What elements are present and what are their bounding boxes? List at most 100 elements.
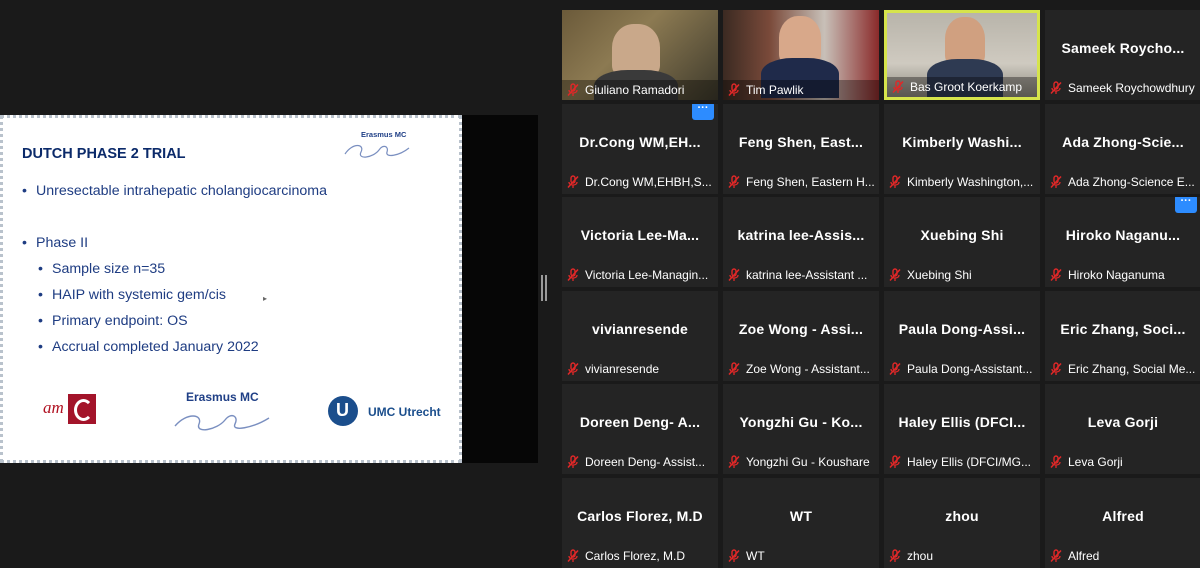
- muted-mic-icon: [727, 454, 741, 469]
- participant-name-label: Dr.Cong WM,EHBH,S...: [585, 174, 712, 189]
- participant-tile[interactable]: Yongzhi Gu - Ko... Yongzhi Gu - Koushare: [723, 384, 879, 474]
- participant-tile[interactable]: Alfred Alfred: [1045, 478, 1200, 568]
- participant-name-bar: Tim Pawlik: [723, 80, 879, 100]
- participant-name-bar: Giuliano Ramadori: [562, 80, 718, 100]
- participant-tile[interactable]: Carlos Florez, M.D Carlos Florez, M.D: [562, 478, 718, 568]
- participant-display-name: Sameek Roycho...: [1061, 40, 1185, 56]
- panel-resize-handle[interactable]: [541, 275, 547, 301]
- participant-name-bar: Sameek Roychowdhury: [1049, 79, 1197, 96]
- participant-display-name: Leva Gorji: [1087, 414, 1159, 430]
- participant-name-label: Sameek Roychowdhury: [1068, 80, 1195, 95]
- erasmus-logo-text: Erasmus MC: [361, 130, 407, 139]
- participant-name-label: katrina lee-Assistant ...: [746, 267, 868, 282]
- participant-name-bar: Carlos Florez, M.D: [566, 547, 714, 564]
- umc-logo-mark: U: [328, 396, 358, 426]
- participant-video-silhouette: [612, 24, 660, 76]
- bullet-2: • Phase II: [22, 235, 89, 251]
- amc-logo: am: [43, 394, 103, 428]
- participant-display-name: Feng Shen, East...: [738, 134, 864, 150]
- participant-name-bar: Paula Dong-Assistant...: [888, 360, 1036, 377]
- participant-name-label: WT: [746, 548, 765, 563]
- participant-name-label: Eric Zhang, Social Me...: [1068, 361, 1196, 376]
- participant-name-label: Leva Gorji: [1068, 454, 1123, 469]
- participant-tile[interactable]: Paula Dong-Assi... Paula Dong-Assistant..…: [884, 291, 1040, 381]
- participant-tile[interactable]: Eric Zhang, Soci... Eric Zhang, Social Me…: [1045, 291, 1200, 381]
- participant-tile[interactable]: Tim Pawlik: [723, 10, 879, 100]
- mouse-cursor-icon: ▸: [263, 294, 268, 303]
- sub-bullet-3: • Primary endpoint: OS: [38, 313, 188, 329]
- participant-display-name: Doreen Deng- A...: [579, 414, 701, 430]
- participant-name-bar: Eric Zhang, Social Me...: [1049, 360, 1197, 377]
- participant-display-name: Carlos Florez, M.D: [577, 508, 703, 524]
- muted-mic-icon: [888, 174, 902, 189]
- participant-name-label: Yongzhi Gu - Koushare: [746, 454, 870, 469]
- participant-name-label: Hiroko Naganuma: [1068, 267, 1165, 282]
- sub-bullet-1-text: Sample size n=35: [52, 261, 166, 277]
- participant-name-label: Doreen Deng- Assist...: [585, 454, 706, 469]
- participant-tile[interactable]: Feng Shen, East... Feng Shen, Eastern H..…: [723, 104, 879, 194]
- participant-display-name: WT: [789, 508, 813, 524]
- participant-name-bar: zhou: [888, 547, 1036, 564]
- participant-name-label: vivianresende: [585, 361, 660, 376]
- participant-name-label: Xuebing Shi: [907, 267, 972, 282]
- participant-name-bar: Xuebing Shi: [888, 266, 1036, 283]
- erasmus-logo-bottom-text: Erasmus MC: [186, 390, 259, 404]
- muted-mic-icon: [1049, 80, 1063, 95]
- muted-mic-icon: [727, 83, 741, 97]
- sub-bullet-3-text: Primary endpoint: OS: [52, 313, 188, 329]
- participant-tile[interactable]: Dr.Cong WM,EH... Dr.Cong WM,EHBH,S... ···: [562, 104, 718, 194]
- participant-name-bar: Kimberly Washington,...: [888, 173, 1036, 190]
- participant-display-name: Xuebing Shi: [920, 227, 1004, 243]
- muted-mic-icon: [888, 267, 902, 282]
- participant-tile[interactable]: Giuliano Ramadori: [562, 10, 718, 100]
- participant-tile[interactable]: katrina lee-Assis... katrina lee-Assistan…: [723, 197, 879, 287]
- participant-tile[interactable]: Leva Gorji Leva Gorji: [1045, 384, 1200, 474]
- participant-name-label: Feng Shen, Eastern H...: [746, 174, 875, 189]
- participant-display-name: Haley Ellis (DFCI...: [898, 414, 1026, 430]
- participant-tile[interactable]: Zoe Wong - Assi... Zoe Wong - Assistant..…: [723, 291, 879, 381]
- muted-mic-icon: [566, 548, 580, 563]
- participant-tile[interactable]: Doreen Deng- A... Doreen Deng- Assist...: [562, 384, 718, 474]
- muted-mic-icon: [888, 454, 902, 469]
- more-options-button[interactable]: ···: [1175, 197, 1197, 213]
- participant-tile[interactable]: Victoria Lee-Ma... Victoria Lee-Managin..…: [562, 197, 718, 287]
- participant-tile[interactable]: Ada Zhong-Scie... Ada Zhong-Science E...: [1045, 104, 1200, 194]
- muted-mic-icon: [727, 361, 741, 376]
- participant-name-bar: Zoe Wong - Assistant...: [727, 360, 875, 377]
- muted-mic-icon: [566, 83, 580, 97]
- muted-mic-icon: [1049, 548, 1063, 563]
- participant-name-bar: Leva Gorji: [1049, 453, 1197, 470]
- participant-name-label: Alfred: [1068, 548, 1100, 563]
- participant-display-name: Victoria Lee-Ma...: [580, 227, 700, 243]
- more-options-button[interactable]: ···: [692, 104, 714, 120]
- participant-name-bar: Doreen Deng- Assist...: [566, 453, 714, 470]
- participant-name-label: Giuliano Ramadori: [585, 83, 685, 97]
- participant-name-bar: Yongzhi Gu - Koushare: [727, 453, 875, 470]
- participant-tile[interactable]: Xuebing Shi Xuebing Shi: [884, 197, 1040, 287]
- participant-tile[interactable]: Haley Ellis (DFCI... Haley Ellis (DFCI/MG…: [884, 384, 1040, 474]
- muted-mic-icon: [891, 80, 905, 94]
- participant-name-bar: Dr.Cong WM,EHBH,S...: [566, 173, 714, 190]
- participant-tile[interactable]: Bas Groot Koerkamp: [884, 10, 1040, 100]
- participant-display-name: Zoe Wong - Assi...: [738, 321, 864, 337]
- umc-utrecht-logo: U UMC Utrecht: [328, 396, 448, 428]
- participant-name-bar: Hiroko Naganuma: [1049, 266, 1197, 283]
- participant-display-name: Eric Zhang, Soci...: [1060, 321, 1186, 337]
- participant-name-bar: Alfred: [1049, 547, 1197, 564]
- participant-tile[interactable]: vivianresende vivianresende: [562, 291, 718, 381]
- participant-display-name: Paula Dong-Assi...: [898, 321, 1026, 337]
- muted-mic-icon: [727, 174, 741, 189]
- participant-display-name: katrina lee-Assis...: [737, 227, 865, 243]
- muted-mic-icon: [727, 267, 741, 282]
- participant-tile[interactable]: Sameek Roycho... Sameek Roychowdhury: [1045, 10, 1200, 100]
- participant-display-name: Alfred: [1102, 508, 1144, 524]
- muted-mic-icon: [1049, 361, 1063, 376]
- participant-display-name: vivianresende: [592, 321, 688, 337]
- participant-tile[interactable]: Hiroko Naganu... Hiroko Naganuma ···: [1045, 197, 1200, 287]
- participant-tile[interactable]: zhou zhou: [884, 478, 1040, 568]
- sub-bullet-4-text: Accrual completed January 2022: [52, 339, 259, 355]
- participant-tile[interactable]: WT WT: [723, 478, 879, 568]
- muted-mic-icon: [566, 267, 580, 282]
- share-background: [462, 115, 538, 463]
- participant-tile[interactable]: Kimberly Washi... Kimberly Washington,...: [884, 104, 1040, 194]
